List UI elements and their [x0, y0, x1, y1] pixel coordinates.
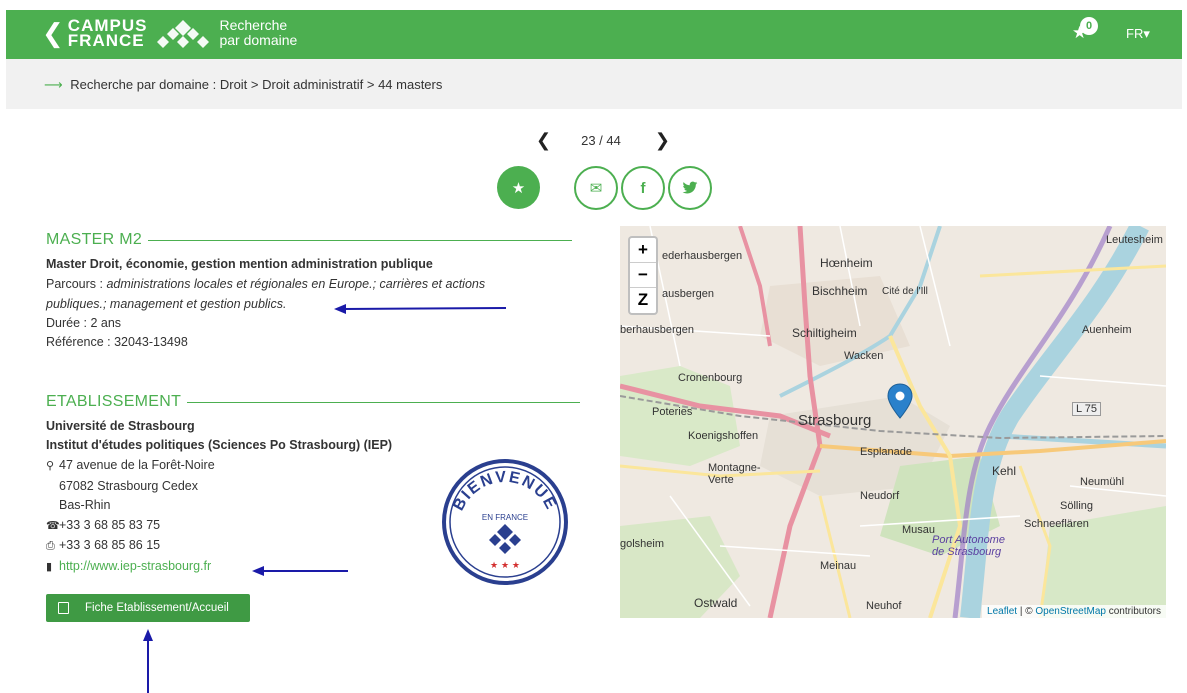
svg-text:EN FRANCE: EN FRANCE [482, 513, 528, 522]
map-label: ausbergen [662, 288, 714, 300]
zoom-in-button[interactable]: + [630, 238, 656, 263]
map-label: Neumühl [1080, 476, 1125, 488]
map-label: Schneeflären [1024, 518, 1089, 530]
leaflet-link[interactable]: Leaflet [987, 606, 1017, 617]
fax-number: +33 3 68 85 86 15 [59, 538, 161, 552]
section-divider [187, 401, 581, 403]
language-selector[interactable]: FR▾ [1126, 26, 1150, 42]
formation-title: Master Droit, économie, gestion mention … [46, 257, 433, 271]
map-label: Kehl [992, 464, 1017, 478]
bienvenue-en-france-badge: BIENVENUE EN FRANCE ★ ★ ★ [442, 459, 568, 585]
share-facebook-button[interactable]: f [621, 166, 665, 210]
map-label: Hœnheim [820, 256, 873, 270]
fiche-etablissement-label: Fiche Etablissement/Accueil [85, 602, 229, 614]
map-label: berhausbergen [620, 324, 695, 336]
formation-reference: Référence : 32043-13498 [46, 335, 188, 349]
svg-text:★ ★ ★: ★ ★ ★ [490, 561, 520, 571]
campus-france-logo[interactable]: ❮ CAMPUS FRANCE Recherche par domaine [42, 17, 298, 50]
zoom-out-button[interactable]: − [630, 263, 656, 288]
parcours-value-2: publiques.; management et gestion public… [46, 296, 287, 311]
map-label: Schiltigheim [792, 326, 857, 340]
address-block: ⚲ 47 avenue de la Forêt-Noire 67082 Stras… [46, 456, 215, 577]
address-line2: 67082 Strasbourg Cedex [59, 478, 198, 493]
attribution-separator: | © [1017, 606, 1036, 617]
facebook-icon: f [640, 179, 646, 197]
fax-icon: ⎙ [46, 540, 55, 552]
parcours-value-1: administrations locales et régionales en… [106, 277, 486, 291]
section-title-etablissement: ETABLISSEMENT [46, 393, 581, 411]
fiche-etablissement-button[interactable]: Fiche Etablissement/Accueil [46, 594, 250, 622]
star-icon: ★ [511, 179, 526, 197]
share-twitter-button[interactable] [668, 166, 712, 210]
parcours-label: Parcours : [46, 277, 107, 291]
map-label: L 75 [1072, 402, 1102, 416]
section-title-etab-text: ETABLISSEMENT [46, 393, 182, 410]
formation-duration: Durée : 2 ans [46, 316, 122, 330]
pdf-file-icon [58, 602, 69, 614]
result-pager: ❮ 23 / 44 ❯ [536, 130, 670, 151]
twitter-icon [682, 181, 698, 194]
subtitle-line2: par domaine [219, 32, 298, 48]
map-label: Neuhof [866, 600, 902, 612]
map-tiles [620, 226, 1166, 618]
phone-icon: ☎ [46, 519, 60, 532]
address-line1: 47 avenue de la Forêt-Noire [59, 458, 215, 472]
map-label: Meinau [820, 560, 857, 572]
map-label: Sölling [1060, 500, 1094, 512]
subtitle-line1: Recherche [219, 17, 288, 33]
breadcrumb-text[interactable]: Recherche par domaine : Droit > Droit ad… [70, 77, 442, 92]
phone-number: +33 3 68 85 83 75 [59, 517, 161, 532]
map-marker-icon: ⚲ [46, 460, 55, 472]
brand-line2: FRANCE [67, 31, 145, 50]
map-zoom-control: + − Z [628, 236, 658, 315]
map-label: Port Autonome de Strasbourg [932, 534, 1005, 558]
attribution-tail: contributors [1105, 606, 1161, 617]
section-title-master: MASTER M2 [46, 231, 573, 249]
website-link[interactable]: http://www.iep-strasbourg.fr [59, 559, 211, 573]
map-label: Auenheim [1082, 324, 1132, 336]
map-label: ederhausbergen [662, 250, 743, 262]
annotation-arrow [252, 566, 348, 576]
section-divider [148, 239, 573, 241]
next-result-button[interactable]: ❯ [655, 130, 670, 151]
result-position: 23 / 44 [581, 133, 621, 148]
annotation-arrow [143, 629, 153, 693]
share-email-button[interactable]: ✉ [574, 166, 618, 210]
top-navbar: ❮ CAMPUS FRANCE Recherche par domaine ★ … [6, 10, 1182, 59]
map-label: golsheim [620, 538, 665, 550]
map-label: Esplanade [860, 446, 912, 458]
bookmark-icon: ▮ [46, 560, 53, 573]
map-label: Ostwald [694, 596, 738, 610]
address-line3: Bas-Rhin [59, 498, 111, 512]
map-label: Cronenbourg [678, 372, 743, 384]
map-attribution: Leaflet | © OpenStreetMap contributors [982, 605, 1166, 618]
location-map[interactable]: ederhausbergen ausbergen berhausbergen H… [620, 226, 1166, 618]
osm-link[interactable]: OpenStreetMap [1035, 606, 1106, 617]
favorites-button[interactable]: ★ 0 [1072, 17, 1098, 43]
map-extra-control-button[interactable]: Z [630, 288, 656, 313]
prev-result-button[interactable]: ❮ [536, 130, 551, 151]
brand-diamonds-icon [157, 20, 210, 48]
add-favorite-button[interactable]: ★ [497, 166, 540, 209]
map-label: Wacken [844, 350, 884, 362]
back-chevron-icon[interactable]: ❮ [42, 18, 64, 48]
map-label: Poteries [652, 406, 693, 418]
annotation-arrow [334, 304, 507, 314]
section-title-master-text: MASTER M2 [46, 231, 143, 248]
map-label: Koenigshoffen [688, 430, 759, 442]
university-name: Université de Strasbourg [46, 419, 195, 433]
favorites-count-badge: 0 [1080, 17, 1098, 35]
map-label: Bischheim [812, 284, 868, 298]
arrow-right-icon: ⟶ [44, 77, 63, 92]
map-label: Neudorf [860, 490, 900, 502]
map-label: Leutesheim [1106, 234, 1163, 246]
institute-name: Institut d'études politiques (Sciences P… [46, 438, 393, 452]
map-label: Musau [902, 524, 936, 536]
breadcrumb: ⟶ Recherche par domaine : Droit > Droit … [6, 59, 1182, 109]
map-label-strasbourg: Strasbourg [798, 412, 872, 429]
map-label: Cité de l'Ill [882, 286, 928, 297]
envelope-icon: ✉ [589, 180, 603, 197]
map-label: Montagne-Verte [708, 462, 761, 486]
